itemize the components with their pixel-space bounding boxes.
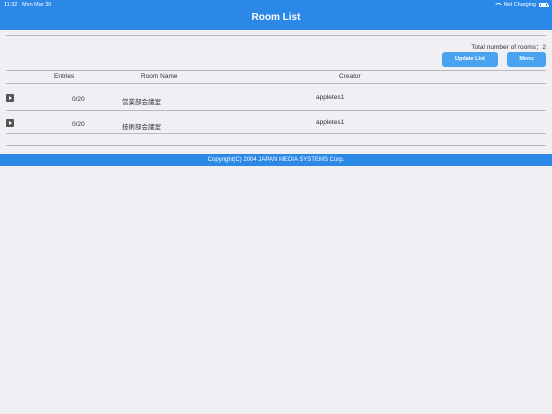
bottom-divider (6, 145, 546, 146)
charging-status: Not Charging (503, 2, 536, 8)
total-rooms-label: Total number of rooms：2 (471, 44, 546, 51)
column-header-creator: Creator (339, 73, 361, 80)
header-divider-bottom (6, 83, 546, 84)
row-entries: 0/20 (72, 96, 85, 103)
column-header-room-name: Room Name (141, 73, 178, 80)
status-time: 11:32 (4, 2, 18, 8)
status-date: Mon Mar 30 (21, 2, 52, 8)
header-bar: 11:32 Mon Mar 30 Not Charging Room List (0, 0, 552, 30)
row-divider (6, 110, 546, 111)
update-list-button[interactable]: Update List (442, 52, 498, 67)
status-time-date: 11:32 Mon Mar 30 (4, 2, 51, 8)
wifi-icon (493, 2, 503, 8)
footer-copyright: Copyright(C) 2004 JAPAN MEDIA SYSTEMS Co… (0, 154, 552, 166)
row-divider (6, 133, 546, 134)
menu-button[interactable]: Menu (507, 52, 546, 67)
row-room-name: 営業部会議室 (122, 99, 161, 106)
page-title: Room List (251, 12, 301, 23)
row-creator: appletes1 (316, 119, 345, 126)
row-entries: 0/20 (72, 121, 85, 128)
row-room-name: 技術部会議室 (122, 124, 161, 131)
header-divider-top (6, 70, 546, 71)
row-creator: appletes1 (316, 94, 345, 101)
play-icon[interactable] (6, 119, 14, 127)
top-divider (6, 35, 546, 36)
table-row[interactable]: 0/20 営業部会議室 appletes1 (6, 87, 546, 112)
play-icon[interactable] (6, 94, 14, 102)
battery-icon (539, 2, 549, 8)
column-header-entries: Entries (54, 73, 75, 80)
status-indicators: Not Charging (493, 2, 549, 8)
